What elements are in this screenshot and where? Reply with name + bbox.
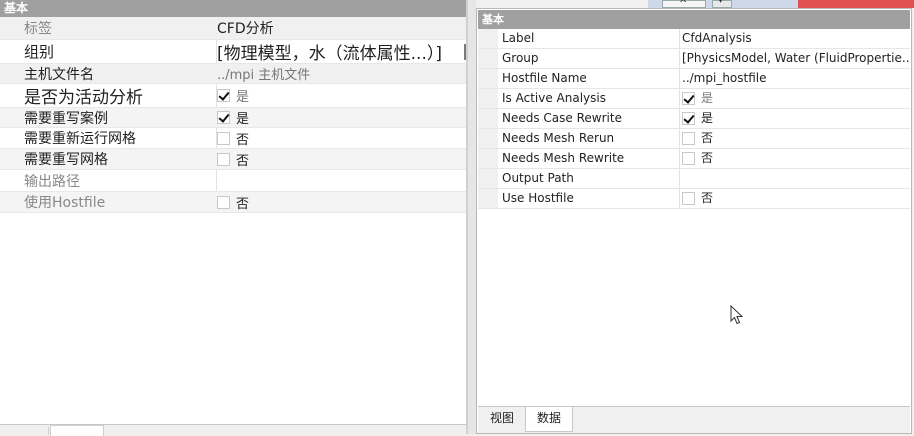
row-value: 否 — [701, 191, 714, 205]
left-row-needs-mesh-rewrite[interactable]: 需要重写网格 否 — [0, 149, 466, 170]
panel-gap — [468, 0, 476, 434]
row-label: Output Path — [502, 171, 574, 185]
left-row-label[interactable]: 标签 CFD分析 — [0, 17, 466, 40]
row-value: 否 — [701, 151, 714, 165]
right-tab-strip: 视图 数据 — [478, 406, 910, 433]
left-row-hostfile-name[interactable]: 主机文件名 ../mpi 主机文件 — [0, 64, 466, 84]
left-category-header[interactable]: 基本 — [0, 0, 466, 17]
row-value: 是 — [701, 111, 714, 125]
checkbox[interactable] — [682, 192, 695, 205]
row-label: Needs Case Rewrite — [502, 111, 622, 125]
row-value: 是 — [236, 90, 250, 105]
right-row-label[interactable]: Label CfdAnalysis — [478, 29, 910, 49]
row-label: 标签 — [24, 21, 52, 37]
right-row-needs-case-rewrite[interactable]: Needs Case Rewrite 是 — [478, 109, 910, 129]
row-label: 组别 — [24, 43, 55, 61]
row-label: 是否为活动分析 — [24, 88, 143, 108]
right-row-needs-mesh-rewrite[interactable]: Needs Mesh Rewrite 否 — [478, 149, 910, 169]
row-value: 是 — [701, 91, 714, 105]
row-label: 需要重写网格 — [24, 152, 108, 168]
row-value[interactable] — [682, 169, 910, 188]
row-value[interactable]: [物理模型，水（流体属性...）] — [217, 40, 466, 64]
left-tab-strip — [0, 424, 466, 436]
dropdown-button[interactable]: ▾ — [712, 0, 732, 8]
row-value[interactable]: ../mpi 主机文件 — [217, 64, 466, 83]
row-label: Label — [502, 31, 535, 45]
right-row-needs-mesh-rerun[interactable]: Needs Mesh Rerun 否 — [478, 129, 910, 149]
row-label: Use Hostfile — [502, 191, 574, 205]
left-row-use-hostfile[interactable]: 使用Hostfile 否 — [0, 192, 466, 213]
row-label: Needs Mesh Rerun — [502, 131, 615, 145]
row-value: 否 — [236, 153, 250, 169]
left-property-grid: 基本 标签 CFD分析 组别 [物理模型，水（流体属性...）] 主机文件名 .… — [0, 0, 468, 436]
right-row-group[interactable]: Group [PhysicsModel, Water (FluidPropert… — [478, 49, 910, 69]
right-row-hostfile-name[interactable]: Hostfile Name ../mpi_hostfile — [478, 69, 910, 89]
right-property-grid: 基本 Label CfdAnalysis Group [PhysicsModel… — [476, 8, 912, 434]
row-label: 输出路径 — [24, 173, 80, 190]
left-row-needs-case-rewrite[interactable]: 需要重写案例 是 — [0, 108, 466, 128]
right-row-is-active[interactable]: Is Active Analysis 是 — [478, 89, 910, 109]
checkbox[interactable] — [682, 92, 695, 105]
background-window-strip: ✕ ▾ — [648, 0, 914, 8]
mouse-pointer-icon — [730, 305, 744, 325]
left-row-needs-mesh-rerun[interactable]: 需要重新运行网格 否 — [0, 128, 466, 149]
background-shape — [798, 0, 914, 8]
row-value[interactable]: ../mpi_hostfile — [682, 69, 910, 88]
tab-data[interactable]: 数据 — [525, 407, 573, 432]
left-row-is-active[interactable]: 是否为活动分析 是 — [0, 84, 466, 108]
row-label: Hostfile Name — [502, 71, 587, 85]
left-row-group[interactable]: 组别 [物理模型，水（流体属性...）] — [0, 40, 466, 64]
row-value: 是 — [236, 112, 250, 127]
row-label: Is Active Analysis — [502, 91, 606, 105]
row-label: Needs Mesh Rewrite — [502, 151, 625, 165]
row-value: 否 — [236, 132, 250, 148]
close-icon: ✕ — [679, 0, 688, 6]
checkbox[interactable] — [217, 195, 230, 209]
checkbox[interactable] — [217, 131, 230, 145]
row-value[interactable]: CfdAnalysis — [682, 29, 910, 48]
row-label: 主机文件名 — [24, 66, 94, 83]
row-label: 需要重新运行网格 — [24, 131, 136, 147]
row-value: 否 — [701, 131, 714, 145]
checkbox[interactable] — [682, 112, 695, 125]
checkbox[interactable] — [682, 132, 695, 145]
row-value[interactable]: [PhysicsModel, Water (FluidPropertie... — [682, 49, 910, 68]
chevron-down-icon: ▾ — [718, 0, 724, 6]
right-row-use-hostfile[interactable]: Use Hostfile 否 — [478, 189, 910, 209]
row-label: Group — [502, 51, 539, 65]
left-row-output-path[interactable]: 输出路径 — [0, 170, 466, 192]
right-category-header[interactable]: 基本 — [478, 10, 910, 29]
checkbox[interactable] — [217, 111, 230, 124]
right-row-output-path[interactable]: Output Path — [478, 169, 910, 189]
row-label: 使用Hostfile — [24, 195, 106, 211]
left-tab-data[interactable] — [50, 425, 104, 436]
checkbox[interactable] — [682, 152, 695, 165]
row-value[interactable] — [217, 170, 466, 191]
close-button[interactable]: ✕ — [662, 0, 706, 8]
checkbox[interactable] — [217, 152, 230, 166]
tab-view[interactable]: 视图 — [480, 407, 524, 431]
row-label: 需要重写案例 — [24, 110, 108, 127]
checkbox[interactable] — [217, 89, 230, 102]
row-value[interactable]: CFD分析 — [217, 17, 466, 39]
row-value: 否 — [236, 196, 250, 212]
